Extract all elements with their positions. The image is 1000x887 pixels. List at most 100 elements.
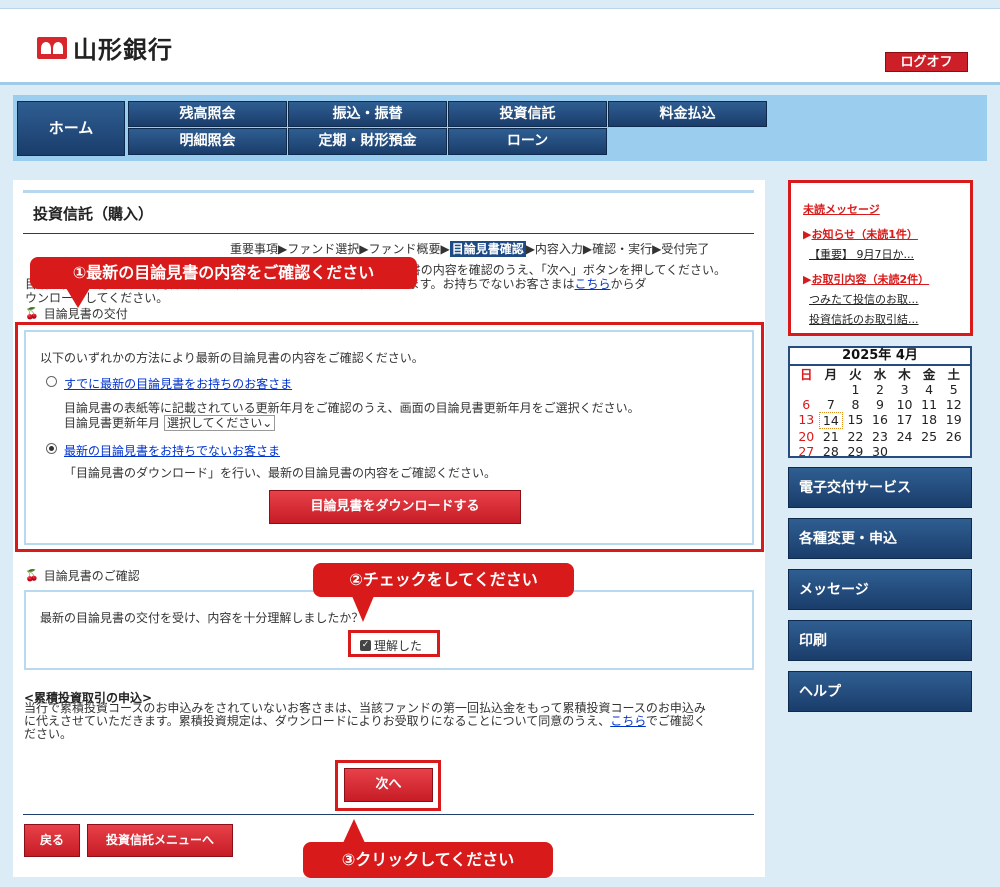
calendar-day: 19 bbox=[945, 412, 962, 427]
callout-tail bbox=[343, 819, 365, 843]
calendar-blank bbox=[819, 382, 844, 397]
calendar-day: 2 bbox=[876, 382, 884, 397]
nav-investment-trust[interactable]: 投資信託 bbox=[448, 101, 607, 127]
intro-line-2-end: からダ bbox=[610, 277, 647, 291]
calendar-grid: 日月火水木金土 1 2 3 4 5 6 7 8 9 10 11 12 13 14 15 16 17 18 19 20 21… bbox=[790, 366, 970, 459]
cherry-icon: 🍒 bbox=[25, 569, 39, 582]
calendar-day: 20 bbox=[798, 429, 815, 444]
cherry-icon: 🍒 bbox=[25, 307, 39, 320]
title-divider bbox=[23, 233, 754, 234]
calendar-day: 17 bbox=[896, 412, 913, 427]
highlight-box-next bbox=[335, 760, 441, 811]
calendar-day: 24 bbox=[896, 429, 913, 444]
calendar-weekday: 水 bbox=[873, 367, 887, 382]
calendar-day: 21 bbox=[822, 429, 839, 444]
main-top-divider bbox=[23, 190, 754, 193]
calendar-day: 23 bbox=[872, 429, 888, 444]
steps-after: ▶内容入力▶確認・実行▶受付完了 bbox=[525, 242, 710, 256]
notice-item[interactable]: 【重要】 9月7日か... bbox=[803, 246, 960, 262]
calendar-day: 18 bbox=[921, 412, 938, 427]
sidebar-item-help[interactable]: ヘルプ bbox=[788, 671, 972, 712]
calendar-weekday: 日 bbox=[800, 367, 813, 382]
header-divider bbox=[0, 82, 1000, 85]
calendar-day: 15 bbox=[847, 412, 864, 427]
calendar-day: 5 bbox=[949, 382, 958, 397]
calendar-weekday: 月 bbox=[824, 367, 838, 382]
nav-home[interactable]: ホーム bbox=[17, 101, 125, 156]
bank-logo[interactable]: 山形銀行 bbox=[37, 30, 173, 65]
trade-item[interactable]: 投資信託のお取引結... bbox=[803, 311, 960, 327]
highlight-box-delivery bbox=[15, 322, 764, 552]
callout-tail bbox=[66, 288, 90, 308]
cumulative-rules-link[interactable]: こちら bbox=[610, 714, 646, 728]
sidebar-item-changes[interactable]: 各種変更・申込 bbox=[788, 518, 972, 559]
highlight-box-checkbox bbox=[348, 630, 440, 657]
cumulative-line-3: ださい。 bbox=[24, 727, 73, 741]
step-breadcrumb: 重要事項▶ファンド選択▶ファンド概要▶ 目論見書確認 ▶内容入力▶確認・実行▶受付完… bbox=[230, 240, 709, 257]
cumulative-line-2: に代えさせていただきます。累積投資規定は、ダウンロードによりお受取りになることに… bbox=[24, 714, 611, 728]
calendar: 2025年 4月 日月火水木金土 1 2 3 4 5 6 7 8 9 10 11 12 13 14 15 16 1… bbox=[788, 346, 972, 459]
callout-confirm-prospectus: ①最新の目論見書の内容をご確認ください bbox=[30, 257, 417, 289]
calendar-weekday: 木 bbox=[898, 367, 911, 382]
callout-check: ②チェックをしてください bbox=[313, 563, 574, 597]
confirm-question: 最新の目論見書の交付を受け、内容を十分理解しましたか？ bbox=[40, 611, 364, 625]
calendar-weekday: 土 bbox=[947, 367, 960, 382]
notice-heading[interactable]: ▶お知らせ（未読1件） bbox=[803, 226, 960, 242]
steps-before: 重要事項▶ファンド選択▶ファンド概要▶ bbox=[230, 242, 450, 256]
calendar-day: 10 bbox=[896, 397, 913, 412]
download-link[interactable]: こちら bbox=[574, 277, 610, 291]
callout-click: ③クリックしてください bbox=[303, 842, 553, 878]
sidebar-item-e-delivery[interactable]: 電子交付サービス bbox=[788, 467, 972, 508]
calendar-day: 29 bbox=[847, 444, 864, 459]
section2-heading-text: 目論見書のご確認 bbox=[43, 569, 140, 583]
calendar-day: 9 bbox=[876, 397, 884, 412]
nav-transfer[interactable]: 振込・振替 bbox=[288, 101, 447, 127]
logo-mark-icon bbox=[37, 36, 67, 59]
sidebar-item-messages[interactable]: メッセージ bbox=[788, 569, 972, 610]
calendar-day: 25 bbox=[921, 429, 938, 444]
unread-messages-title[interactable]: 未読メッセージ bbox=[803, 201, 960, 217]
calendar-blank bbox=[794, 382, 819, 397]
nav-deposit[interactable]: 定期・財形預金 bbox=[288, 128, 447, 155]
cumulative-text: 当行で累積投資コースのお申込みをされていないお客さまは、当該ファンドの第一回払込… bbox=[24, 702, 754, 741]
bank-name: 山形銀行 bbox=[73, 35, 173, 64]
trust-menu-button[interactable]: 投資信託メニューへ bbox=[87, 824, 233, 857]
page-title: 投資信託（購入） bbox=[33, 205, 154, 223]
callout-tail bbox=[352, 596, 374, 622]
cumulative-line-2-end: でご確認く bbox=[645, 714, 706, 728]
calendar-day: 27 bbox=[798, 444, 815, 459]
calendar-day: 7 bbox=[826, 397, 835, 412]
calendar-day: 22 bbox=[847, 429, 864, 444]
nav-loan[interactable]: ローン bbox=[448, 128, 607, 155]
notice-heading-text[interactable]: お知らせ（未読1件） bbox=[811, 228, 917, 241]
bottom-divider bbox=[23, 814, 754, 815]
calendar-day: 1 bbox=[851, 382, 860, 397]
back-button[interactable]: 戻る bbox=[24, 824, 80, 857]
intro-line-3: ウンロードしてください。 bbox=[25, 291, 169, 305]
logoff-button[interactable]: ログオフ bbox=[885, 52, 968, 72]
trade-heading-text[interactable]: お取引内容（未読2件） bbox=[811, 273, 929, 286]
calendar-day: 11 bbox=[921, 397, 938, 412]
calendar-day: 26 bbox=[945, 429, 962, 444]
nav-balance[interactable]: 残高照会 bbox=[128, 101, 287, 127]
trade-heading[interactable]: ▶お取引内容（未読2件） bbox=[803, 271, 960, 287]
calendar-day: 4 bbox=[925, 382, 934, 397]
section2-heading: 🍒 目論見書のご確認 bbox=[25, 567, 140, 584]
nav-bill-payment[interactable]: 料金払込 bbox=[608, 101, 767, 127]
current-step: 目論見書確認 bbox=[449, 241, 526, 257]
calendar-day: 3 bbox=[900, 382, 909, 397]
calendar-day: 6 bbox=[802, 397, 811, 412]
calendar-day: 30 bbox=[872, 444, 888, 459]
sidebar-item-print[interactable]: 印刷 bbox=[788, 620, 972, 661]
trade-item[interactable]: つみたて投信のお取... bbox=[803, 291, 960, 307]
calendar-weekday: 火 bbox=[849, 367, 862, 382]
calendar-weekday: 金 bbox=[922, 367, 936, 382]
calendar-today: 14 bbox=[818, 412, 844, 429]
calendar-day: 28 bbox=[822, 444, 839, 459]
nav-statement[interactable]: 明細照会 bbox=[128, 128, 287, 155]
calendar-day: 8 bbox=[851, 397, 860, 412]
calendar-day: 13 bbox=[798, 412, 815, 427]
calendar-day: 16 bbox=[872, 412, 888, 427]
calendar-title: 2025年 4月 bbox=[790, 348, 970, 366]
unread-messages: 未読メッセージ ▶お知らせ（未読1件） 【重要】 9月7日か... ▶お取引内容… bbox=[788, 180, 973, 336]
